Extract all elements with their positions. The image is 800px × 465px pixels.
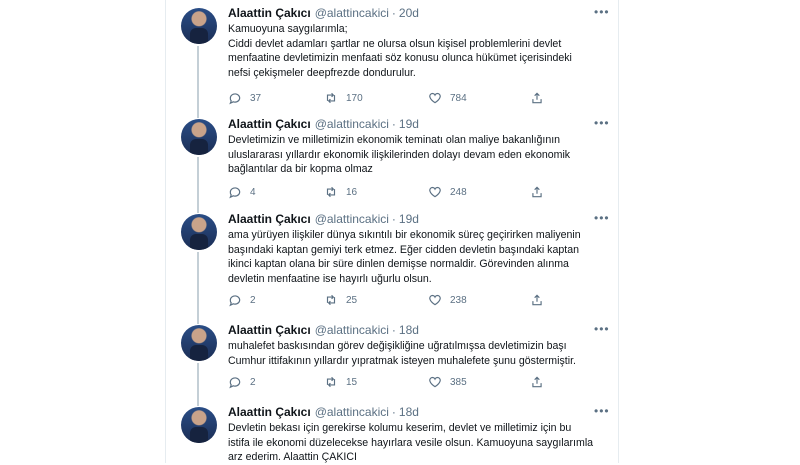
author-name[interactable]: Alaattin Çakıcı <box>228 405 311 419</box>
thread-line <box>197 46 199 116</box>
tweet[interactable]: Alaattin Çakıcı @alattincakici · 20d ••• Ka… <box>166 0 618 116</box>
separator-dot: · <box>391 117 396 131</box>
tweet-time[interactable]: 18d <box>399 405 419 419</box>
retweet-button[interactable]: 16 <box>324 184 357 200</box>
more-icon[interactable]: ••• <box>594 117 609 129</box>
thread-line <box>197 111 199 118</box>
retweet-button[interactable]: 15 <box>324 374 357 390</box>
author-name[interactable]: Alaattin Çakıcı <box>228 212 311 226</box>
thread-line <box>197 363 199 399</box>
like-count: 385 <box>450 376 467 388</box>
more-icon[interactable]: ••• <box>594 405 609 417</box>
tweet-actions: 2 25 238 <box>224 292 564 308</box>
reply-icon <box>229 187 241 199</box>
thread-line <box>197 252 199 318</box>
more-icon[interactable]: ••• <box>594 212 609 224</box>
heart-icon <box>429 186 441 198</box>
like-button[interactable]: 238 <box>428 292 467 308</box>
separator-dot: · <box>391 323 396 337</box>
tweet-actions: 4 16 248 <box>224 184 564 200</box>
reply-button[interactable]: 2 <box>228 292 256 308</box>
timeline-column: Alaattin Çakıcı @alattincakici · 20d ••• Ka… <box>165 0 619 463</box>
reply-count: 4 <box>250 186 256 198</box>
like-button[interactable]: 385 <box>428 374 467 390</box>
share-button[interactable] <box>530 90 552 106</box>
heart-icon <box>429 294 441 306</box>
share-button[interactable] <box>530 374 552 390</box>
share-button[interactable] <box>530 292 552 308</box>
retweet-count: 170 <box>346 92 363 104</box>
share-icon <box>532 294 542 306</box>
like-count: 238 <box>450 294 467 306</box>
author-handle[interactable]: @alattincakici <box>315 212 389 226</box>
tweet-time[interactable]: 19d <box>399 212 419 226</box>
author-handle[interactable]: @alattincakici <box>315 405 389 419</box>
heart-icon <box>429 376 441 388</box>
tweet-time[interactable]: 19d <box>399 117 419 131</box>
retweet-icon <box>326 376 336 388</box>
reply-button[interactable]: 4 <box>228 184 256 200</box>
share-button[interactable] <box>530 184 552 200</box>
reply-icon <box>229 377 241 389</box>
like-count: 248 <box>450 186 467 198</box>
share-icon <box>532 186 542 198</box>
reply-count: 37 <box>250 92 262 104</box>
author-handle[interactable]: @alattincakici <box>315 323 389 337</box>
author-handle[interactable]: @alattincakici <box>315 6 389 20</box>
retweet-icon <box>326 294 336 306</box>
avatar[interactable] <box>181 325 217 361</box>
tweet-time[interactable]: 20d <box>399 6 419 20</box>
tweet-text: ama yürüyen ilişkiler dünya sıkıntılı bi… <box>228 229 581 285</box>
avatar[interactable] <box>181 407 217 443</box>
retweet-count: 25 <box>346 294 358 306</box>
author-name[interactable]: Alaattin Çakıcı <box>228 323 311 337</box>
tweet[interactable]: Alaattin Çakıcı @alattincakici · 18d ••• mu… <box>166 317 618 399</box>
thread-line <box>197 157 199 207</box>
retweet-button[interactable]: 170 <box>324 90 363 106</box>
tweet[interactable]: Alaattin Çakıcı @alattincakici · 18d ••• De… <box>166 399 618 463</box>
separator-dot: · <box>391 6 396 20</box>
thread-line <box>197 399 199 406</box>
more-icon[interactable]: ••• <box>594 323 609 335</box>
separator-dot: · <box>391 405 396 419</box>
separator-dot: · <box>391 212 396 226</box>
retweet-button[interactable]: 25 <box>324 292 357 308</box>
tweet-text: Kamuoyuna saygılarımla; Ciddi devlet ada… <box>228 23 572 79</box>
reply-count: 2 <box>250 294 256 306</box>
reply-icon <box>229 93 241 105</box>
author-handle[interactable]: @alattincakici <box>315 117 389 131</box>
reply-button[interactable]: 37 <box>228 90 261 106</box>
avatar[interactable] <box>181 8 217 44</box>
tweet[interactable]: Alaattin Çakıcı @alattincakici · 19d ••• am… <box>166 206 618 318</box>
retweet-icon <box>326 186 336 198</box>
more-icon[interactable]: ••• <box>594 6 609 18</box>
retweet-icon <box>326 92 336 104</box>
share-icon <box>532 92 542 104</box>
tweet[interactable]: Alaattin Çakıcı @alattincakici · 19d ••• De… <box>166 111 618 207</box>
like-count: 784 <box>450 92 467 104</box>
author-name[interactable]: Alaattin Çakıcı <box>228 6 311 20</box>
avatar[interactable] <box>181 214 217 250</box>
thread-line <box>197 317 199 324</box>
reply-count: 2 <box>250 376 256 388</box>
retweet-count: 15 <box>346 376 358 388</box>
retweet-count: 16 <box>346 186 358 198</box>
tweet-text: Devletimizin ve milletimizin ekonomik te… <box>228 134 571 175</box>
share-icon <box>532 376 542 388</box>
reply-button[interactable]: 2 <box>228 374 256 390</box>
reply-icon <box>229 295 241 307</box>
thread-line <box>197 206 199 213</box>
tweet-time[interactable]: 18d <box>399 323 419 337</box>
like-button[interactable]: 248 <box>428 184 467 200</box>
tweet-actions: 2 15 385 <box>224 374 564 390</box>
tweet-text: Devletin bekası için gerekirse kolumu ke… <box>228 422 594 463</box>
like-button[interactable]: 784 <box>428 90 467 106</box>
avatar[interactable] <box>181 119 217 155</box>
heart-icon <box>429 92 441 104</box>
tweet-text: muhalefet baskısından görev değişikliğin… <box>228 340 576 367</box>
tweet-actions: 37 170 784 <box>224 90 564 106</box>
author-name[interactable]: Alaattin Çakıcı <box>228 117 311 131</box>
